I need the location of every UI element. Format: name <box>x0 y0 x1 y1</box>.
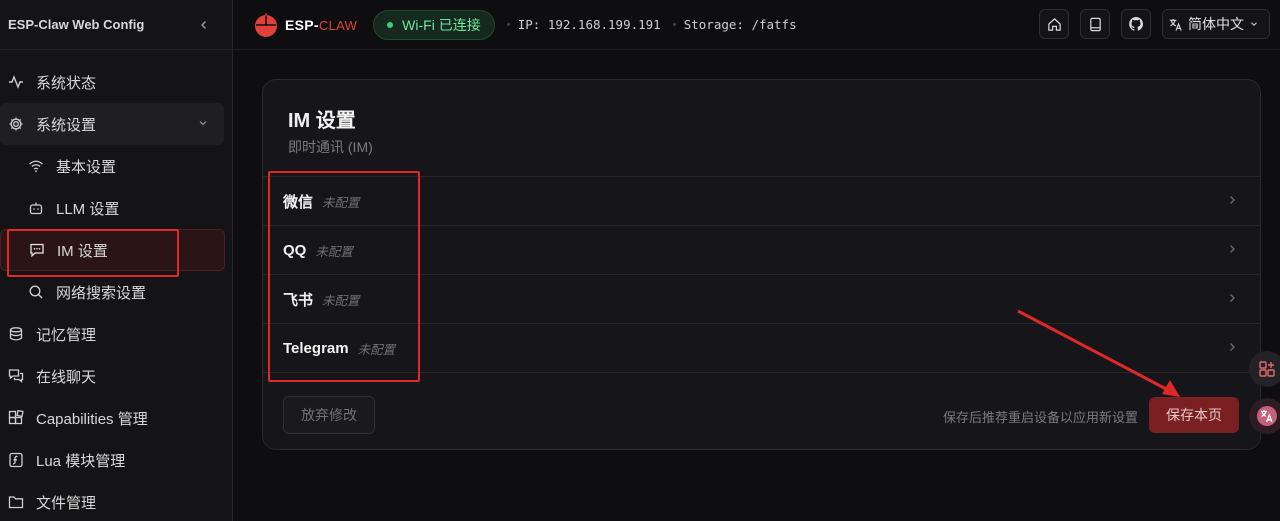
script-icon <box>8 452 24 468</box>
sidebar-header: ESP-Claw Web Config <box>0 0 232 50</box>
chat-icon <box>8 368 24 384</box>
wifi-status-text: Wi-Fi 已连接 <box>402 16 481 33</box>
provider-status: 未配置 <box>315 244 353 259</box>
im-row-feishu[interactable]: 飞书 未配置 <box>263 275 1260 324</box>
im-settings-card: IM 设置 即时通讯 (IM) 微信 未配置 QQ 未配置 飞书 未配置 Tel… <box>262 79 1261 450</box>
sidebar-nav: 系统状态 系统设置 基本设置 LLM 设置 IM 设置 网络搜索设置 记忆管理 … <box>0 61 233 521</box>
im-row-telegram[interactable]: Telegram 未配置 <box>263 324 1260 373</box>
language-select[interactable]: 简体中文 <box>1162 9 1270 39</box>
sidebar-item-basic-settings[interactable]: 基本设置 <box>0 145 233 187</box>
sidebar-item-label: LLM 设置 <box>56 200 120 218</box>
docs-button[interactable] <box>1080 9 1110 39</box>
sidebar-item-web-search-settings[interactable]: 网络搜索设置 <box>0 271 233 313</box>
github-icon <box>1129 17 1143 31</box>
chevron-right-icon <box>1230 196 1235 204</box>
sidebar-item-label: 系统状态 <box>36 74 97 92</box>
sidebar-item-online-chat[interactable]: 在线聊天 <box>0 355 233 397</box>
sidebar-item-im-settings[interactable]: IM 设置 <box>0 229 225 271</box>
translate-icon <box>1257 406 1277 426</box>
provider-status: 未配置 <box>357 342 396 357</box>
gear-icon <box>8 116 24 132</box>
app-root: ESP-Claw Web Config 系统状态 系统设置 基本设置 LLM 设 <box>0 0 1280 521</box>
provider-status: 未配置 <box>322 195 360 210</box>
im-provider-list: 微信 未配置 QQ 未配置 飞书 未配置 Telegram 未配置 <box>263 176 1260 373</box>
sidebar-item-label: 系统设置 <box>36 116 97 134</box>
sidebar-item-label: Capabilities 管理 <box>36 410 148 428</box>
im-row-wechat[interactable]: 微信 未配置 <box>263 177 1260 226</box>
language-label: 简体中文 <box>1188 16 1244 32</box>
provider-name: QQ <box>283 241 307 259</box>
sidebar-item-label: 在线聊天 <box>36 368 97 386</box>
sidebar-item-label: Lua 模块管理 <box>36 452 126 470</box>
chevron-right-icon <box>1230 245 1235 253</box>
sidebar-item-label: 记忆管理 <box>36 326 97 344</box>
logo-text: ESP-CLAW <box>285 16 358 33</box>
sidebar-item-system-settings[interactable]: 系统设置 <box>0 103 224 145</box>
folder-icon <box>8 494 24 510</box>
sidebar-item-capabilities[interactable]: Capabilities 管理 <box>0 397 233 439</box>
sidebar-item-label: 文件管理 <box>36 494 97 512</box>
top-actions: 简体中文 <box>1028 9 1270 39</box>
page-subtitle: 即时通讯 (IM) <box>288 139 373 155</box>
storage-path: Storage: /fatfs <box>683 17 797 32</box>
restart-hint: 保存后推荐重启设备以应用新设置 <box>942 410 1138 425</box>
sidebar-item-label: 网络搜索设置 <box>56 284 147 302</box>
discard-changes-button[interactable]: 放弃修改 <box>283 396 375 434</box>
wifi-icon <box>28 158 44 174</box>
logo: ESP-CLAW <box>253 12 357 38</box>
ip-address: IP: 192.168.199.191 <box>517 17 661 32</box>
sidebar-item-label: IM 设置 <box>57 242 108 260</box>
sidebar-item-lua-modules[interactable]: Lua 模块管理 <box>0 439 233 481</box>
sidebar-item-file-manager[interactable]: 文件管理 <box>0 481 233 521</box>
status-dot-icon <box>387 21 394 28</box>
save-page-button[interactable]: 保存本页 <box>1149 397 1239 433</box>
separator-dot <box>672 23 676 26</box>
chevron-down-icon <box>1251 22 1257 27</box>
im-row-qq[interactable]: QQ 未配置 <box>263 226 1260 275</box>
home-button[interactable] <box>1039 9 1069 39</box>
apps-icon <box>1259 361 1275 377</box>
provider-name: Telegram <box>283 339 349 357</box>
sidebar-item-label: 基本设置 <box>56 158 117 176</box>
provider-name: 微信 <box>283 193 314 211</box>
provider-name: 飞书 <box>283 291 314 309</box>
sidebar-item-system-status[interactable]: 系统状态 <box>0 61 233 103</box>
top-bar: ESP-CLAW Wi-Fi 已连接 IP: 192.168.199.191 S… <box>233 0 1280 50</box>
github-button[interactable] <box>1121 9 1151 39</box>
database-icon <box>8 326 24 342</box>
apps-float-button[interactable] <box>1249 351 1280 387</box>
provider-status: 未配置 <box>322 293 360 308</box>
wifi-status-badge: Wi-Fi 已连接 <box>373 9 495 40</box>
message-icon <box>29 242 45 258</box>
home-icon <box>1047 17 1061 31</box>
collapse-sidebar-icon[interactable] <box>196 17 212 33</box>
translate-float-button[interactable] <box>1249 398 1280 434</box>
search-icon <box>28 284 44 300</box>
separator-dot <box>506 23 510 26</box>
blocks-icon <box>8 410 24 426</box>
bot-icon <box>28 200 44 216</box>
sidebar: ESP-Claw Web Config 系统状态 系统设置 基本设置 LLM 设 <box>0 0 233 521</box>
sidebar-item-memory[interactable]: 记忆管理 <box>0 313 233 355</box>
activity-icon <box>8 74 24 90</box>
chevron-right-icon <box>1230 343 1235 351</box>
claw-logo-icon <box>255 13 277 37</box>
chevron-down-icon <box>197 116 209 133</box>
chevron-right-icon <box>1230 294 1235 302</box>
sidebar-item-llm-settings[interactable]: LLM 设置 <box>0 187 233 229</box>
sidebar-title: ESP-Claw Web Config <box>8 17 145 32</box>
page-title: IM 设置 <box>288 110 356 132</box>
translate-icon <box>1169 18 1182 31</box>
book-icon <box>1089 17 1101 31</box>
